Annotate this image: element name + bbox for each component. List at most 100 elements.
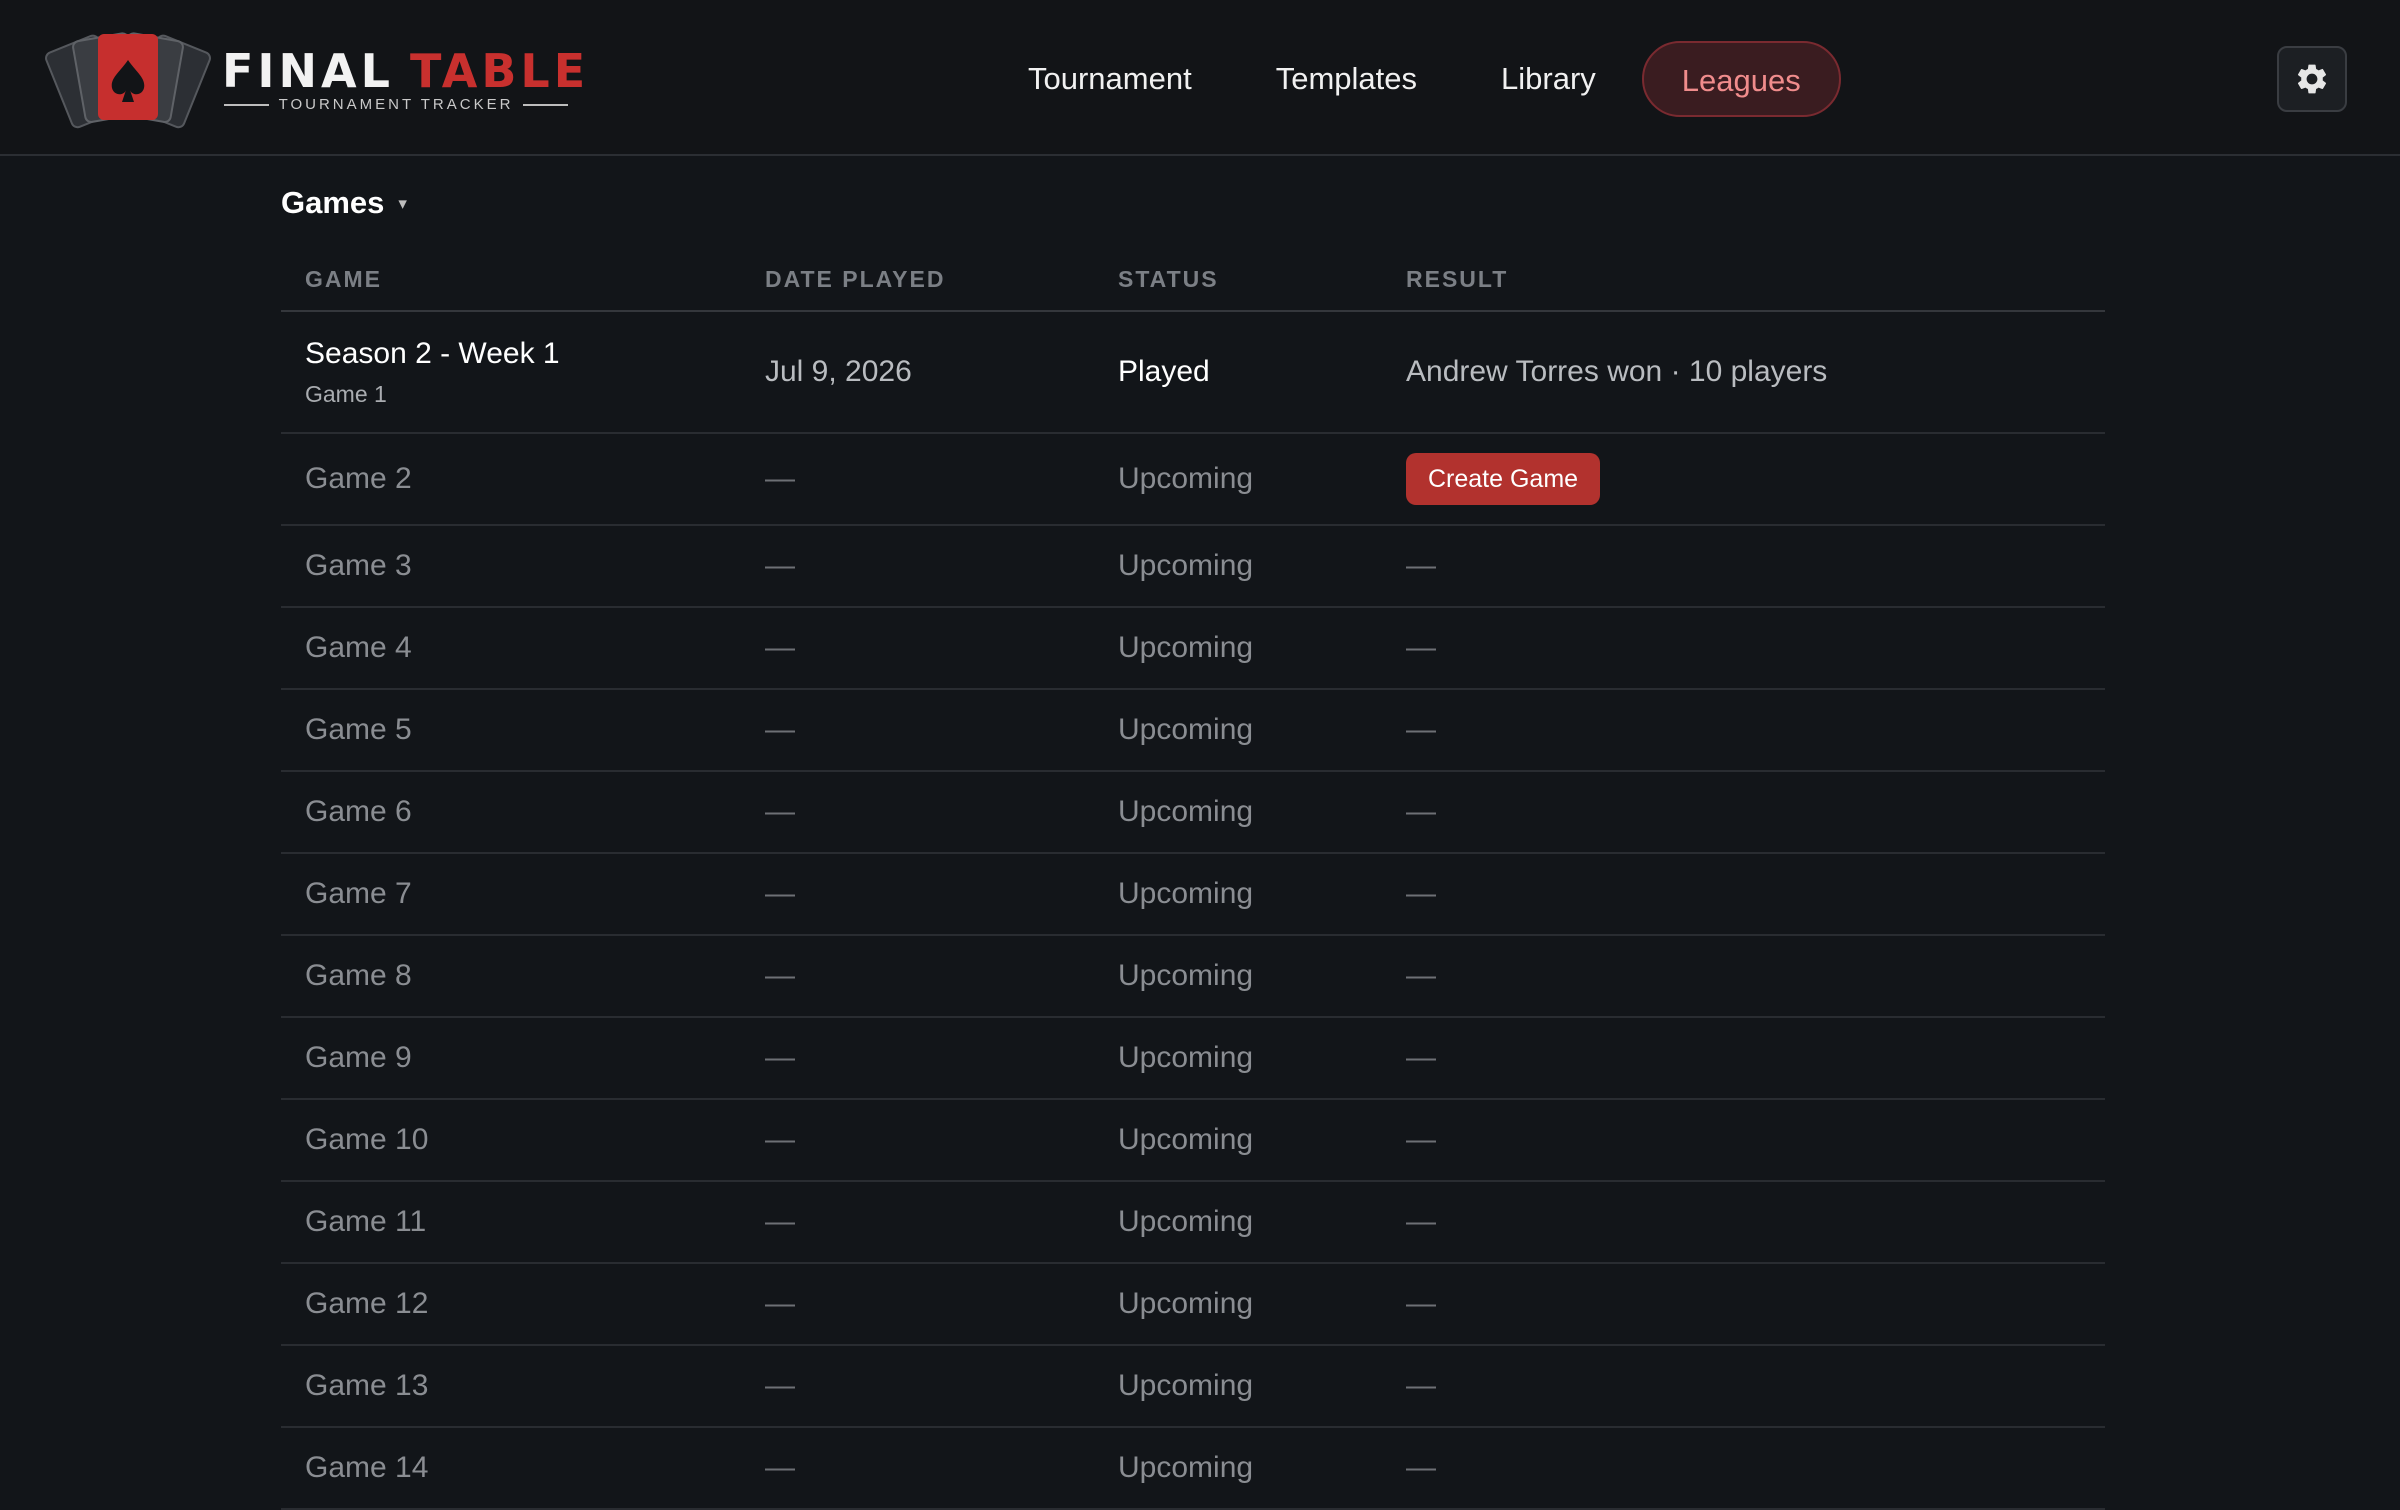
- status-cell: Upcoming: [1094, 689, 1382, 772]
- date-played-cell: —: [741, 853, 1094, 936]
- result-cell: —: [1382, 1017, 2105, 1100]
- date-played-cell: —: [741, 1017, 1094, 1100]
- table-row: Game 11— Upcoming —: [281, 1181, 2105, 1264]
- result-cell: —: [1382, 607, 2105, 690]
- result-cell: —: [1382, 1263, 2105, 1346]
- status-cell: Upcoming: [1094, 853, 1382, 936]
- game-cell: Game 7: [281, 853, 741, 936]
- game-cell: Game 12: [281, 1263, 741, 1346]
- game-cell: Game 3: [281, 525, 741, 608]
- gear-icon: [2297, 64, 2327, 94]
- game-cell: Game 6: [281, 771, 741, 854]
- table-header-row: GAME DATE PLAYED STATUS RESULT: [281, 248, 2105, 312]
- playing-cards-logo-icon: [45, 32, 211, 129]
- column-header-result: RESULT: [1382, 248, 2105, 312]
- status-cell: Upcoming: [1094, 1345, 1382, 1428]
- status-cell: Upcoming: [1094, 1017, 1382, 1100]
- date-played-cell: Jul 9, 2026: [741, 311, 1094, 434]
- top-navigation-bar: FINAL TABLE TOURNAMENT TRACKER Tournament…: [0, 0, 2400, 156]
- column-header-game: GAME: [281, 248, 741, 312]
- chevron-down-icon: ▾: [398, 194, 407, 213]
- brand-tagline: TOURNAMENT TRACKER: [224, 96, 569, 113]
- table-row: Game 7— Upcoming —: [281, 853, 2105, 936]
- status-cell: Upcoming: [1094, 935, 1382, 1018]
- tagline-rule-right: [523, 103, 569, 106]
- result-cell: Andrew Torres won · 10 players: [1382, 311, 2105, 434]
- game-cell: Game 9: [281, 1017, 741, 1100]
- date-played-cell: —: [741, 1345, 1094, 1428]
- status-cell: Upcoming: [1094, 771, 1382, 854]
- nav-library[interactable]: Library: [1463, 41, 1634, 117]
- result-cell: —: [1382, 1427, 2105, 1510]
- table-row: Game 2 — Upcoming Create Game: [281, 433, 2105, 526]
- result-cell: —: [1382, 689, 2105, 772]
- status-cell: Upcoming: [1094, 1099, 1382, 1182]
- settings-button[interactable]: [2277, 46, 2347, 112]
- table-row[interactable]: Season 2 - Week 1 Game 1 Jul 9, 2026 Pla…: [281, 311, 2105, 434]
- table-row: Game 8— Upcoming —: [281, 935, 2105, 1018]
- column-header-status: STATUS: [1094, 248, 1382, 312]
- status-cell: Upcoming: [1094, 1263, 1382, 1346]
- status-cell: Upcoming: [1094, 607, 1382, 690]
- result-cell: —: [1382, 853, 2105, 936]
- nav-leagues[interactable]: Leagues: [1641, 41, 1841, 117]
- game-number: Game 1: [305, 381, 387, 407]
- status-cell: Upcoming: [1094, 1427, 1382, 1510]
- game-cell: Game 2: [281, 433, 741, 526]
- table-row: Game 10— Upcoming —: [281, 1099, 2105, 1182]
- games-table: GAME DATE PLAYED STATUS RESULT Season 2 …: [281, 248, 2105, 1510]
- game-title: Season 2 - Week 1: [305, 337, 560, 370]
- game-cell: Game 13: [281, 1345, 741, 1428]
- status-cell: Upcoming: [1094, 525, 1382, 608]
- result-cell: —: [1382, 525, 2105, 608]
- tagline-rule-left: [224, 103, 269, 106]
- result-cell: —: [1382, 1181, 2105, 1264]
- brand-word-table: TABLE: [409, 44, 590, 98]
- game-cell: Game 8: [281, 935, 741, 1018]
- date-played-cell: —: [741, 1181, 1094, 1264]
- result-cell: —: [1382, 771, 2105, 854]
- table-row: Game 6— Upcoming —: [281, 771, 2105, 854]
- table-row: Game 5— Upcoming —: [281, 689, 2105, 772]
- date-played-cell: —: [741, 525, 1094, 608]
- date-played-cell: —: [741, 607, 1094, 690]
- league-games-panel: Games ▾ GAME DATE PLAYED STATUS RESULT S…: [281, 158, 2105, 1510]
- create-game-button[interactable]: Create Game: [1406, 453, 1601, 505]
- column-header-date-played: DATE PLAYED: [741, 248, 1094, 312]
- date-played-cell: —: [741, 1427, 1094, 1510]
- date-played-cell: —: [741, 689, 1094, 772]
- table-row: Game 13— Upcoming —: [281, 1345, 2105, 1428]
- result-cell: —: [1382, 935, 2105, 1018]
- result-cell: —: [1382, 1099, 2105, 1182]
- status-cell: Played: [1094, 311, 1382, 434]
- date-played-cell: —: [741, 1099, 1094, 1182]
- game-cell: Game 14: [281, 1427, 741, 1510]
- table-row: Game 4— Upcoming —: [281, 607, 2105, 690]
- brand-word-final: FINAL: [222, 44, 394, 98]
- result-cell: Create Game: [1382, 433, 2105, 526]
- date-played-cell: —: [741, 771, 1094, 854]
- status-cell: Upcoming: [1094, 1181, 1382, 1264]
- table-row: Game 14— Upcoming —: [281, 1427, 2105, 1510]
- nav-tournament[interactable]: Tournament: [990, 41, 1230, 117]
- main-nav: Tournament Templates Library Leagues: [990, 40, 1849, 118]
- status-cell: Upcoming: [1094, 433, 1382, 526]
- result-cell: —: [1382, 1345, 2105, 1428]
- game-cell: Season 2 - Week 1 Game 1: [281, 311, 741, 434]
- brand-wordmark: FINAL TABLE: [222, 46, 589, 96]
- game-cell: Game 4: [281, 607, 741, 690]
- nav-templates[interactable]: Templates: [1238, 41, 1455, 117]
- game-cell: Game 11: [281, 1181, 741, 1264]
- game-cell: Game 5: [281, 689, 741, 772]
- game-cell: Game 10: [281, 1099, 741, 1182]
- app-logo[interactable]: FINAL TABLE TOURNAMENT TRACKER: [40, 30, 585, 130]
- date-played-cell: —: [741, 433, 1094, 526]
- date-played-cell: —: [741, 1263, 1094, 1346]
- table-row: Game 9— Upcoming —: [281, 1017, 2105, 1100]
- date-played-cell: —: [741, 935, 1094, 1018]
- table-row: Game 3— Upcoming —: [281, 525, 2105, 608]
- table-row: Game 12— Upcoming —: [281, 1263, 2105, 1346]
- games-section-toggle[interactable]: Games ▾: [281, 158, 2105, 248]
- games-section-title: Games: [281, 185, 385, 220]
- tagline-text: TOURNAMENT TRACKER: [278, 96, 514, 113]
